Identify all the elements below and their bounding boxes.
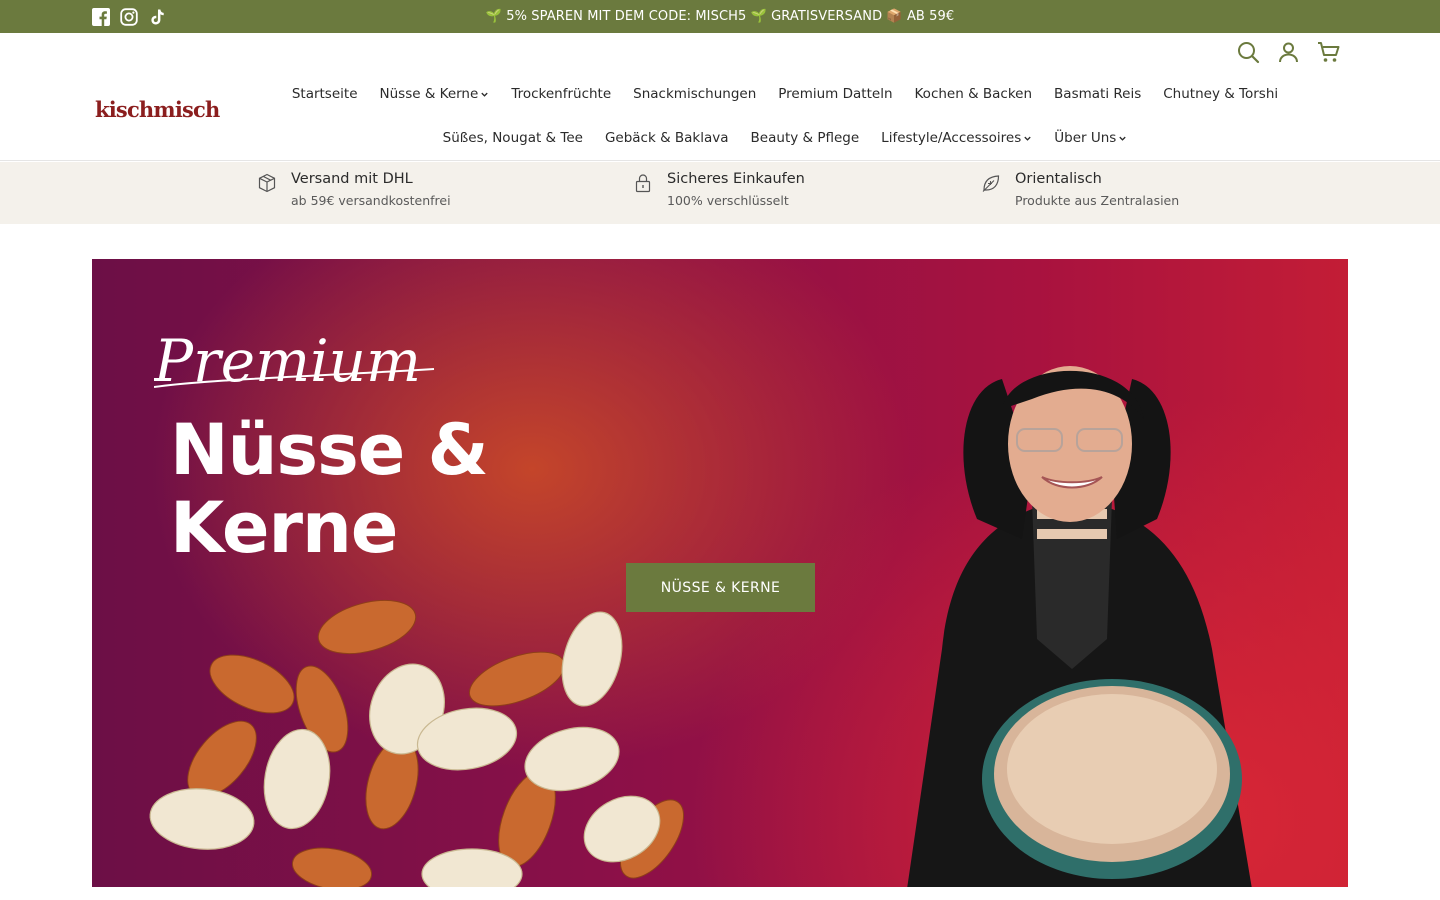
nav-snackmischungen[interactable]: Snackmischungen <box>633 86 756 102</box>
usp-title: Sicheres Einkaufen <box>667 171 805 187</box>
nav-startseite[interactable]: Startseite <box>292 86 358 102</box>
nav-ueber-uns[interactable]: Über Uns <box>1054 130 1127 146</box>
lock-icon <box>635 174 651 193</box>
usp-subtitle: 100% verschlüsselt <box>667 193 789 208</box>
usp-title: Orientalisch <box>1015 171 1102 187</box>
cart-icon[interactable] <box>1317 41 1340 64</box>
announcement-text: 🌱 5% SPAREN MIT DEM CODE: MISCH5 🌱 GRATI… <box>485 9 955 24</box>
person-photo <box>907 366 1252 887</box>
chevron-down-icon <box>1119 136 1127 141</box>
usp-subtitle: Produkte aus Zentralasien <box>1015 193 1180 208</box>
search-icon[interactable] <box>1237 41 1260 64</box>
nav-basmati-reis[interactable]: Basmati Reis <box>1054 86 1141 102</box>
nav-lifestyle-accessoires[interactable]: Lifestyle/Accessoires <box>881 130 1032 146</box>
box-icon <box>258 173 276 193</box>
usp-secure: Sicheres Einkaufen 100% verschlüsselt <box>633 171 805 208</box>
nav-beauty-pflege[interactable]: Beauty & Pflege <box>751 130 860 146</box>
usp-oriental: Orientalisch Produkte aus Zentralasien <box>981 171 1179 208</box>
nav-kochen-backen[interactable]: Kochen & Backen <box>915 86 1033 102</box>
nav-suesses-nougat-tee[interactable]: Süßes, Nougat & Tee <box>443 130 583 146</box>
main-nav-row-1: Startseite Nüsse & Kerne Trockenfrüchte … <box>0 86 1440 102</box>
leaf-icon <box>982 175 1000 192</box>
usp-subtitle: ab 59€ versandkostenfrei <box>291 193 451 208</box>
usp-bar: Versand mit DHL ab 59€ versandkostenfrei… <box>0 162 1440 224</box>
hero-title: Nüsse & Kerne <box>170 409 489 569</box>
nuts-image <box>149 599 684 887</box>
hero-banner[interactable]: Premium Nüsse & Kerne NÜSSE & KERNE <box>92 259 1348 887</box>
chevron-down-icon <box>481 92 488 97</box>
nav-chutney-torshi[interactable]: Chutney & Torshi <box>1163 86 1278 102</box>
header-icons <box>1237 41 1340 64</box>
hero-script-text: Premium <box>154 327 435 395</box>
nav-trockenfruechte[interactable]: Trockenfrüchte <box>511 86 611 102</box>
announcement-bar: 🌱 5% SPAREN MIT DEM CODE: MISCH5 🌱 GRATI… <box>0 0 1440 33</box>
usp-title: Versand mit DHL <box>291 171 413 187</box>
chevron-down-icon <box>1024 136 1031 141</box>
account-icon[interactable] <box>1277 41 1300 64</box>
nav-premium-datteln[interactable]: Premium Datteln <box>778 86 892 102</box>
main-nav-row-2: Süßes, Nougat & Tee Gebäck & Baklava Bea… <box>0 130 1440 146</box>
svg-text:Premium: Premium <box>154 327 421 395</box>
usp-shipping: Versand mit DHL ab 59€ versandkostenfrei <box>257 171 451 208</box>
site-header: kischmisch Startseite Nüsse & Kerne Troc… <box>0 33 1440 161</box>
nav-gebaeck-baklava[interactable]: Gebäck & Baklava <box>605 130 729 146</box>
nav-nuesse-kerne[interactable]: Nüsse & Kerne <box>380 86 490 102</box>
